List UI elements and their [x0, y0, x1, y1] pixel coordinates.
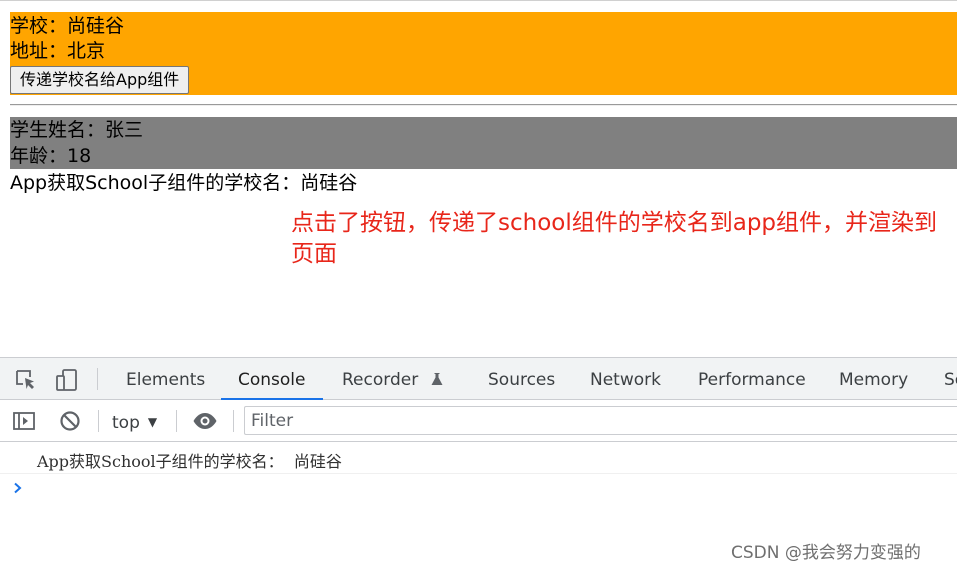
- school-address-text: 地址：北京: [10, 40, 106, 62]
- tab-network[interactable]: Network: [590, 358, 661, 400]
- tabbar-separator: [97, 368, 98, 390]
- page-top-border: [0, 0, 957, 1]
- send-school-name-button[interactable]: 传递学校名给App组件: [10, 66, 190, 94]
- toolbar-separator-2: [176, 410, 177, 432]
- context-selector-value: top: [112, 413, 140, 433]
- tab-performance[interactable]: Performance: [698, 358, 806, 400]
- console-message-row: App获取School子组件的学校名： 尚硅谷: [0, 443, 957, 474]
- devtools-panel: Elements Console Recorder Sources Networ…: [0, 357, 957, 567]
- device-toolbar-icon[interactable]: [55, 368, 79, 392]
- toolbar-separator-3: [233, 410, 234, 432]
- tab-memory[interactable]: Memory: [839, 358, 908, 400]
- console-sidebar-icon[interactable]: [12, 409, 36, 433]
- dropdown-arrow-icon: ▼: [147, 415, 158, 429]
- tab-elements[interactable]: Elements: [126, 358, 205, 400]
- chevron-right-icon[interactable]: [11, 480, 25, 494]
- context-selector[interactable]: top ▼: [112, 400, 157, 441]
- student-name-text: 学生姓名：张三: [10, 119, 144, 141]
- inspect-element-icon[interactable]: [14, 368, 38, 392]
- csdn-watermark: CSDN @我会努力变强的: [731, 543, 921, 563]
- school-component: 学校：尚硅谷 地址：北京 传递学校名给App组件: [10, 12, 957, 95]
- tab-recorder-label: Recorder: [342, 370, 419, 390]
- school-name-text: 学校：尚硅谷: [10, 15, 125, 37]
- filter-input[interactable]: [251, 409, 941, 433]
- tab-recorder[interactable]: Recorder: [342, 358, 444, 400]
- tab-security-truncated[interactable]: Se: [944, 358, 957, 400]
- tab-sources[interactable]: Sources: [488, 358, 555, 400]
- console-message-text: App获取School子组件的学校名： 尚硅谷: [37, 452, 342, 471]
- live-expression-icon[interactable]: [192, 409, 218, 433]
- student-age-text: 年龄：18: [10, 145, 92, 167]
- app-school-name-text: App获取School子组件的学校名：尚硅谷: [10, 172, 358, 194]
- annotation-text: 点击了按钮，传递了school组件的学校名到app组件，并渲染到页面: [291, 210, 938, 267]
- filter-field: [244, 406, 957, 435]
- divider: [10, 104, 957, 106]
- console-toolbar: top ▼: [0, 400, 957, 442]
- student-component: 学生姓名：张三 年龄：18: [10, 117, 957, 169]
- tab-console[interactable]: Console: [238, 358, 306, 400]
- devtools-tabbar: Elements Console Recorder Sources Networ…: [0, 357, 957, 400]
- clear-console-icon[interactable]: [58, 409, 82, 433]
- toolbar-separator: [98, 410, 99, 432]
- flask-icon: [431, 373, 443, 385]
